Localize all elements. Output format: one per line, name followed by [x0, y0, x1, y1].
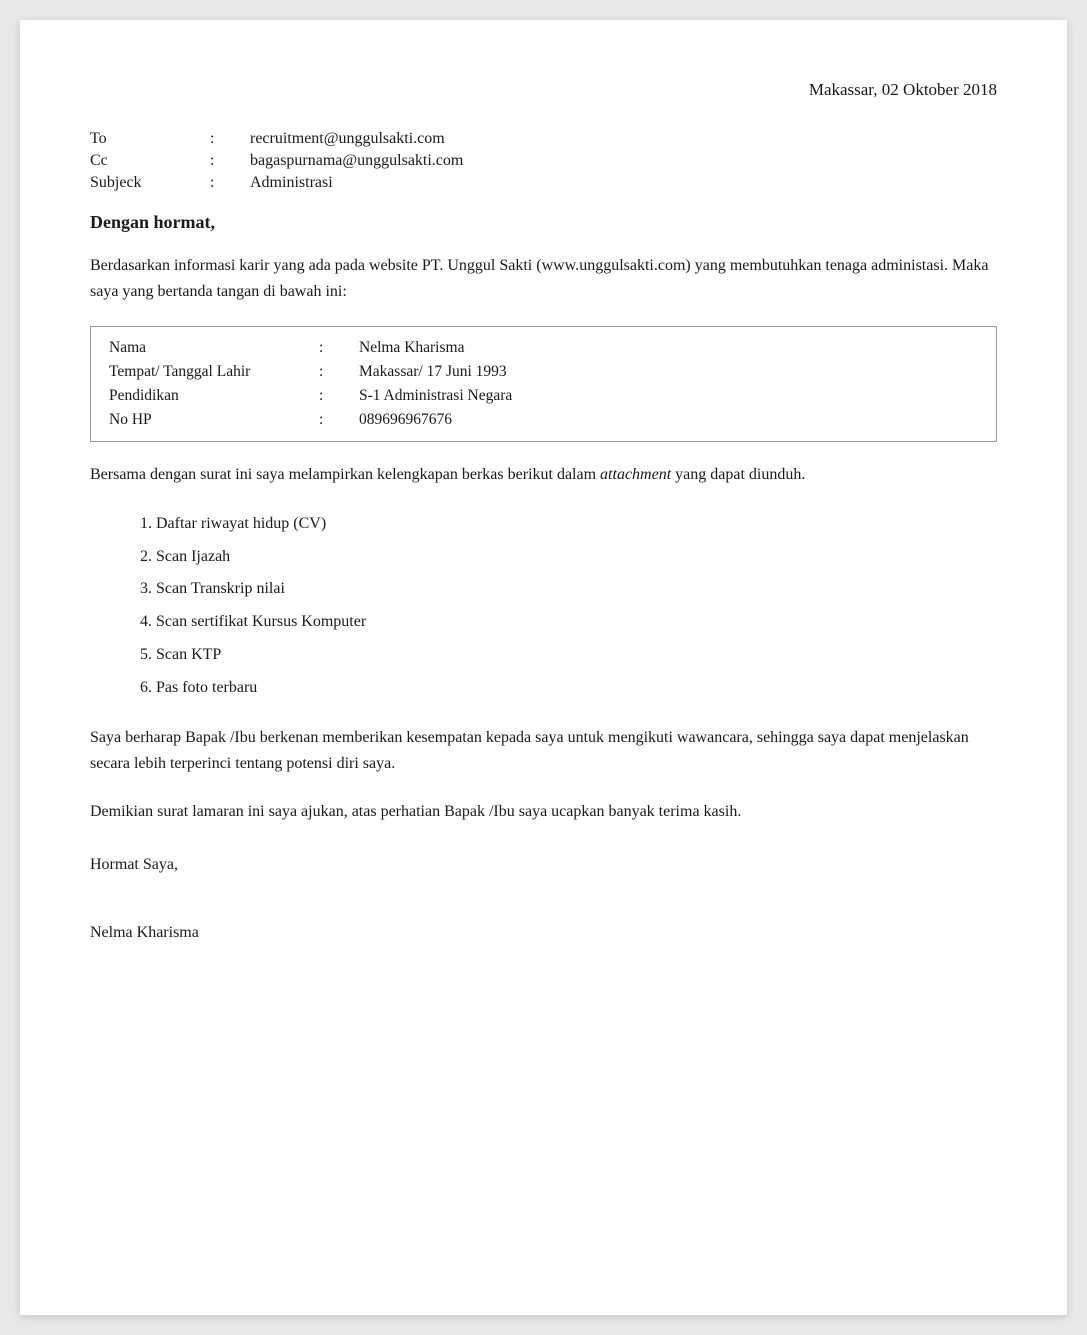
info-row-nama: Nama : Nelma Kharisma [109, 339, 978, 357]
attachment-paragraph: Bersama dengan surat ini saya melampirka… [90, 462, 997, 488]
info-row-ttl: Tempat/ Tanggal Lahir : Makassar/ 17 Jun… [109, 363, 978, 381]
final-paragraph: Demikian surat lamaran ini saya ajukan, … [90, 799, 997, 825]
cc-value: bagaspurnama@unggulsakti.com [250, 152, 463, 170]
greeting: Dengan hormat, [90, 212, 997, 233]
info-value-ttl: Makassar/ 17 Juni 1993 [359, 363, 507, 381]
cc-label: Cc [90, 152, 210, 170]
attachment-list: 1. Daftar riwayat hidup (CV) 2. Scan Ija… [90, 510, 997, 703]
subject-value: Administrasi [250, 174, 333, 192]
subject-colon: : [210, 174, 250, 192]
letter-page: Makassar, 02 Oktober 2018 To : recruitme… [20, 20, 1067, 1315]
closing-paragraph: Saya berharap Bapak /Ibu berkenan member… [90, 725, 997, 778]
list-item-2: 2. Scan Ijazah [140, 543, 997, 572]
date: Makassar, 02 Oktober 2018 [90, 80, 997, 100]
info-label-nohp: No HP [109, 411, 319, 429]
salutation: Hormat Saya, [90, 856, 997, 874]
to-row: To : recruitment@unggulsakti.com [90, 130, 997, 148]
cc-row: Cc : bagaspurnama@unggulsakti.com [90, 152, 997, 170]
info-label-nama: Nama [109, 339, 319, 357]
info-value-pendidikan: S-1 Administrasi Negara [359, 387, 512, 405]
list-item-4: 4. Scan sertifikat Kursus Komputer [140, 608, 997, 637]
sender-name: Nelma Kharisma [90, 924, 997, 942]
subject-label: Subjeck [90, 174, 210, 192]
attachment-italic: attachment [600, 466, 671, 483]
info-label-ttl: Tempat/ Tanggal Lahir [109, 363, 319, 381]
intro-paragraph: Berdasarkan informasi karir yang ada pad… [90, 253, 997, 304]
info-colon-ttl: : [319, 363, 359, 381]
info-value-nama: Nelma Kharisma [359, 339, 464, 357]
info-colon-pendidikan: : [319, 387, 359, 405]
cc-colon: : [210, 152, 250, 170]
info-colon-nohp: : [319, 411, 359, 429]
attachment-text-after: yang dapat diunduh. [671, 466, 805, 483]
attachment-text-before: Bersama dengan surat ini saya melampirka… [90, 466, 600, 483]
info-table: Nama : Nelma Kharisma Tempat/ Tanggal La… [90, 326, 997, 442]
info-colon-nama: : [319, 339, 359, 357]
info-row-pendidikan: Pendidikan : S-1 Administrasi Negara [109, 387, 978, 405]
info-value-nohp: 089696967676 [359, 411, 452, 429]
to-label: To [90, 130, 210, 148]
list-item-1: 1. Daftar riwayat hidup (CV) [140, 510, 997, 539]
subject-row: Subjeck : Administrasi [90, 174, 997, 192]
list-item-5: 5. Scan KTP [140, 641, 997, 670]
list-item-6: 6. Pas foto terbaru [140, 674, 997, 703]
to-colon: : [210, 130, 250, 148]
list-item-3: 3. Scan Transkrip nilai [140, 575, 997, 604]
info-label-pendidikan: Pendidikan [109, 387, 319, 405]
to-value: recruitment@unggulsakti.com [250, 130, 445, 148]
info-row-nohp: No HP : 089696967676 [109, 411, 978, 429]
header-section: To : recruitment@unggulsakti.com Cc : ba… [90, 130, 997, 192]
